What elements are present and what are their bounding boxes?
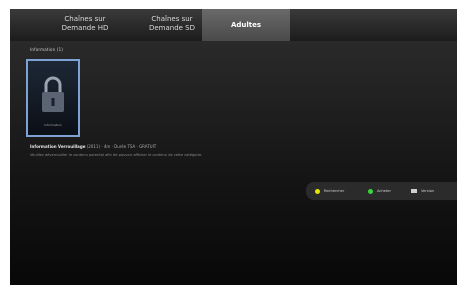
locked-content-tile[interactable]: Information [26,59,80,137]
program-info: Information Verrouillage (2011) · 4m · D… [30,144,156,149]
program-description: Veuillez déverrouiller le contenu parent… [30,153,203,157]
program-title: Information Verrouillage [30,144,86,149]
tab-chaines-hd[interactable]: Chaînes sur Demande HD [38,9,132,41]
tab-bar: Chaînes sur Demande HD Chaînes sur Deman… [10,9,457,41]
legend-item-search[interactable]: Rechercher [315,187,344,195]
legend-label: Acheter [377,189,391,193]
content-area: Information (1) Information Information … [10,41,457,285]
legend-label: Version [421,189,435,193]
tab-label-line1: Chaînes sur [64,15,106,23]
legend-label: Rechercher [324,189,345,193]
yellow-button-icon [315,188,320,194]
app-window: Chaînes sur Demande HD Chaînes sur Deman… [10,9,457,285]
keyboard-key-icon [411,189,417,193]
legend-item-version[interactable]: Version [411,187,434,195]
padlock-icon [42,76,64,112]
green-button-icon [368,188,373,194]
program-meta: (2011) · 4m · Durée TSA · GRATUIT [85,144,157,149]
button-legend: Rechercher Acheter Version [306,182,457,200]
tab-label-line2: Demande HD [61,24,109,32]
tile-caption: Information [44,123,62,127]
legend-item-buy[interactable]: Acheter [368,187,391,195]
section-title: Information (1) [30,47,64,52]
tab-adultes[interactable]: Adultes [202,9,290,41]
